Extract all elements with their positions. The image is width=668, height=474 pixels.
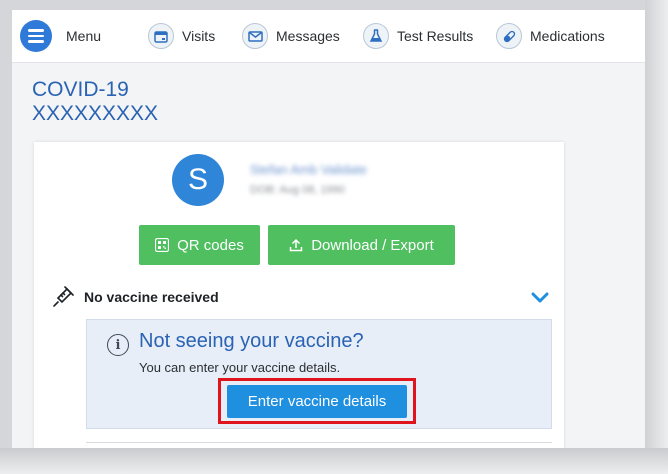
qr-code-icon (155, 238, 170, 252)
vaccine-status-text: No vaccine received (84, 289, 219, 305)
notice-text: You can enter your vaccine details. (139, 360, 341, 375)
syringe-icon (53, 286, 74, 307)
vaccine-card: S Stefan Amb Validate DOB: Aug 08, 1990 … (34, 142, 564, 448)
notice-title: Not seeing your vaccine? (139, 330, 364, 352)
patient-name-redacted: Stefan Amb Validate (250, 162, 367, 177)
card-divider (86, 442, 552, 443)
nav-label-menu: Menu (66, 28, 102, 44)
vaccine-notice: i Not seeing your vaccine? You can enter… (86, 319, 552, 429)
download-export-button[interactable]: Download / Export (268, 225, 455, 265)
nav-label-visits: Visits (182, 28, 216, 44)
qr-codes-button[interactable]: QR codes (139, 225, 260, 265)
nav-label-medications: Medications (530, 28, 605, 44)
nav-item-messages[interactable]: Messages (242, 22, 340, 50)
flask-icon (363, 23, 389, 49)
qr-codes-label: QR codes (177, 236, 244, 254)
calendar-icon (148, 23, 174, 49)
frame-shadow-bottom (0, 448, 668, 474)
download-export-label: Download / Export (311, 236, 434, 254)
chevron-down-icon[interactable] (531, 292, 549, 304)
frame-shadow-right (645, 0, 668, 474)
info-icon: i (107, 334, 129, 356)
upload-icon (289, 238, 303, 252)
hamburger-menu-icon[interactable] (20, 20, 52, 52)
envelope-icon (242, 23, 268, 49)
page-title: COVID-19 XXXXXXXXX (32, 78, 158, 126)
top-navigation: Menu Visits Messages Test Results Medica… (12, 10, 645, 63)
nav-item-test-results[interactable]: Test Results (363, 22, 473, 50)
page-title-line2: XXXXXXXXX (32, 102, 159, 125)
patient-dob-redacted: DOB: Aug 08, 1990 (250, 184, 345, 196)
nav-item-menu[interactable]: Menu (20, 20, 102, 52)
avatar: S (172, 154, 224, 206)
nav-item-visits[interactable]: Visits (148, 22, 215, 50)
nav-item-medications[interactable]: Medications (496, 22, 605, 50)
page-title-line1: COVID-19 (32, 78, 129, 101)
enter-vaccine-details-button[interactable]: Enter vaccine details (227, 385, 407, 418)
pills-icon (496, 23, 522, 49)
vaccine-status-row[interactable]: No vaccine received (52, 285, 552, 309)
nav-label-test-results: Test Results (397, 28, 474, 44)
app-window: Menu Visits Messages Test Results Medica… (12, 10, 645, 448)
nav-label-messages: Messages (276, 28, 340, 44)
